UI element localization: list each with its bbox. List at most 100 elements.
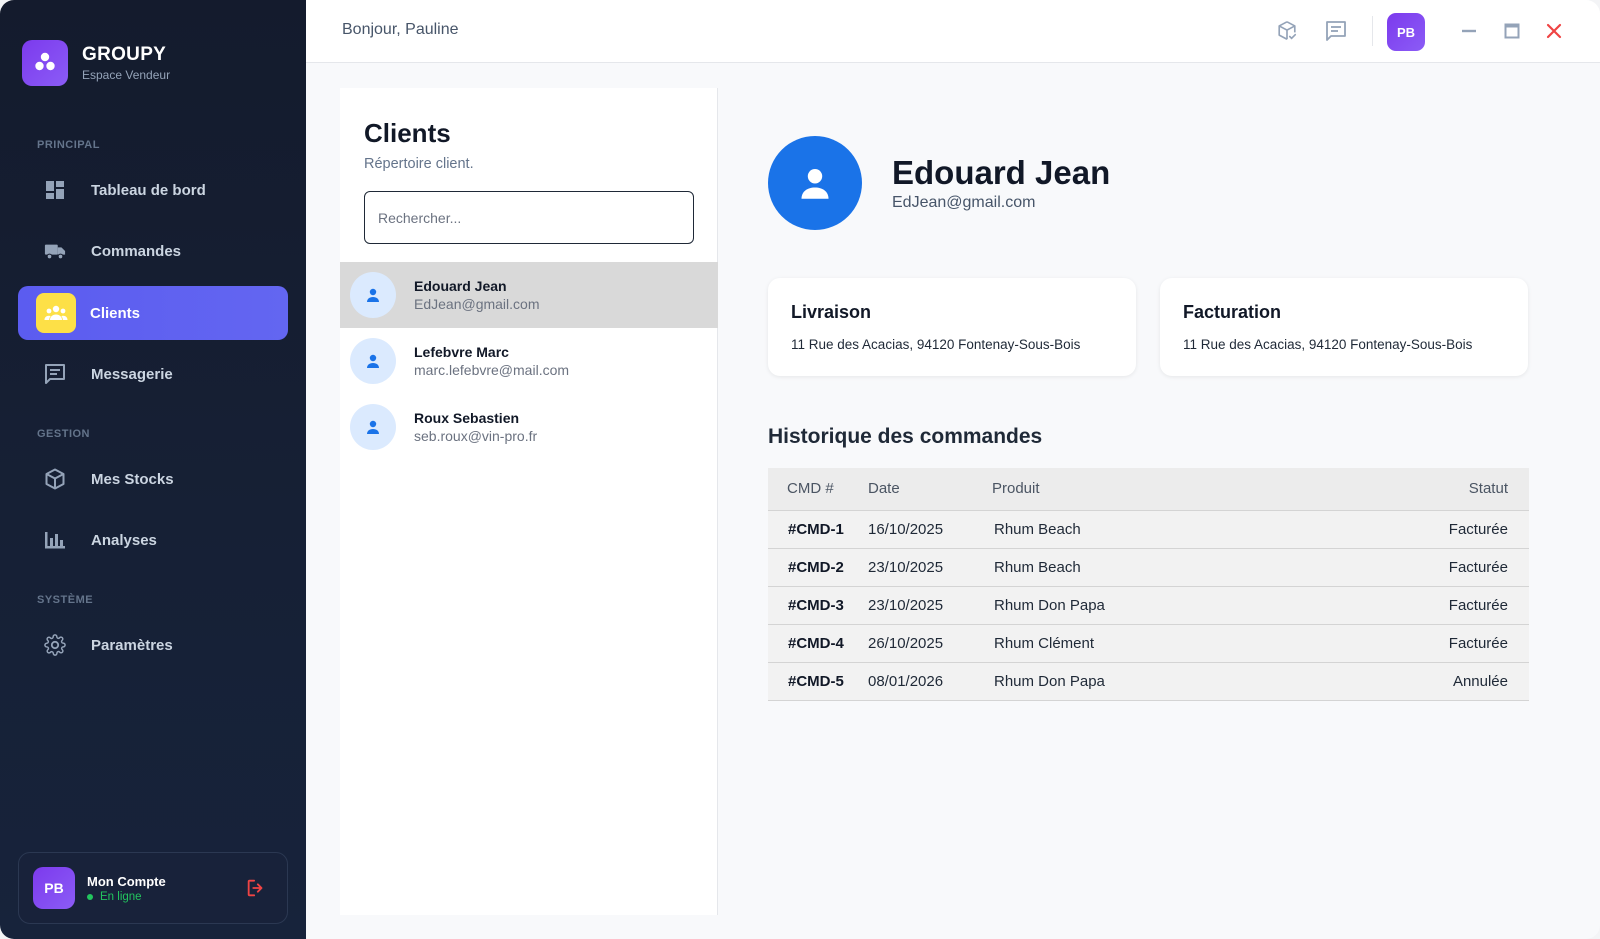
column-header: CMD #	[787, 480, 834, 498]
order-date: 08/01/2026	[868, 672, 944, 690]
bar-chart-icon	[44, 529, 66, 551]
column-header: Statut	[1468, 480, 1508, 498]
client-list-item[interactable]: Lefebvre Marc marc.lefebvre@mail.com	[340, 328, 718, 394]
brand: GROUPY Espace Vendeur	[22, 40, 170, 86]
sidebar-item-label: Mes Stocks	[91, 470, 174, 488]
client-email: seb.roux@vin-pro.fr	[414, 428, 538, 444]
client-list-item[interactable]: Edouard Jean EdJean@gmail.com	[340, 262, 718, 328]
page-subtitle: Répertoire client.	[364, 156, 474, 172]
search-input[interactable]	[364, 191, 694, 244]
order-date: 23/10/2025	[868, 558, 944, 576]
table-row[interactable]: #CMD-1 16/10/2025 Rhum Beach Facturée	[768, 510, 1529, 548]
table-row[interactable]: #CMD-3 23/10/2025 Rhum Don Papa Facturée	[768, 586, 1529, 624]
sidebar-item-dashboard[interactable]: Tableau de bord	[18, 163, 288, 217]
logout-icon[interactable]	[245, 877, 269, 901]
order-status: Facturée	[1448, 634, 1508, 652]
message-icon[interactable]	[1323, 18, 1349, 44]
billing-address-card: Facturation 11 Rue des Acacias, 94120 Fo…	[1160, 278, 1528, 376]
message-icon	[44, 363, 66, 385]
divider	[1372, 16, 1373, 46]
column-header: Date	[868, 480, 900, 498]
sidebar-item-label: Messagerie	[91, 365, 173, 383]
client-list-item[interactable]: Roux Sebastien seb.roux@vin-pro.fr	[340, 394, 718, 460]
section-title: Historique des commandes	[768, 425, 1043, 448]
table-header-row: CMD # Date Produit Statut	[768, 468, 1529, 510]
order-id: #CMD-5	[788, 672, 844, 690]
order-id: #CMD-2	[788, 558, 844, 576]
account-card[interactable]: PB Mon Compte En ligne	[18, 852, 288, 924]
close-icon[interactable]	[1541, 18, 1567, 44]
order-product: Rhum Beach	[994, 520, 1081, 538]
client-avatar-icon	[768, 136, 862, 230]
client-email: EdJean@gmail.com	[414, 296, 540, 312]
app-subtitle: Espace Vendeur	[82, 68, 171, 82]
section-label-gestion: GESTION	[37, 428, 91, 440]
client-list-panel: Clients Répertoire client. Edouard Jean …	[340, 88, 718, 915]
card-title: Livraison	[791, 302, 872, 322]
client-name: Edouard Jean	[414, 278, 507, 294]
address-text: 11 Rue des Acacias, 94120 Fontenay-Sous-…	[1183, 337, 1473, 352]
status-text: En ligne	[100, 890, 142, 903]
truck-icon	[44, 240, 66, 262]
user-icon	[350, 272, 396, 318]
sidebar-item-clients[interactable]: Clients	[18, 286, 288, 340]
avatar: PB	[33, 867, 75, 909]
order-date: 26/10/2025	[868, 634, 944, 652]
table-row[interactable]: #CMD-4 26/10/2025 Rhum Clément Facturée	[768, 624, 1529, 662]
gear-icon	[44, 634, 66, 656]
client-detail-name: Edouard Jean	[892, 154, 1111, 191]
sidebar-item-stocks[interactable]: Mes Stocks	[18, 452, 288, 506]
card-title: Facturation	[1183, 302, 1282, 322]
table-row[interactable]: #CMD-5 08/01/2026 Rhum Don Papa Annulée	[768, 662, 1529, 700]
section-label-systeme: SYSTÈME	[37, 594, 94, 606]
app-window: GROUPY Espace Vendeur PRINCIPAL Tableau …	[0, 0, 1600, 939]
client-detail-email: EdJean@gmail.com	[892, 194, 1036, 211]
order-date: 16/10/2025	[868, 520, 944, 538]
account-name: Mon Compte	[87, 873, 166, 889]
sidebar: GROUPY Espace Vendeur PRINCIPAL Tableau …	[0, 0, 306, 939]
sidebar-item-orders[interactable]: Commandes	[18, 224, 288, 278]
client-name: Lefebvre Marc	[414, 344, 509, 360]
sidebar-item-label: Commandes	[91, 242, 182, 260]
user-icon	[350, 338, 396, 384]
order-product: Rhum Don Papa	[994, 596, 1105, 614]
maximize-icon[interactable]	[1499, 18, 1525, 44]
order-id: #CMD-4	[788, 634, 844, 652]
order-date: 23/10/2025	[868, 596, 944, 614]
order-status: Facturée	[1448, 520, 1508, 538]
address-text: 11 Rue des Acacias, 94120 Fontenay-Sous-…	[791, 337, 1081, 352]
delivery-address-card: Livraison 11 Rue des Acacias, 94120 Font…	[768, 278, 1136, 376]
column-header: Produit	[992, 480, 1040, 498]
app-name: GROUPY	[82, 44, 167, 65]
online-dot-icon	[87, 893, 93, 900]
dashboard-icon	[44, 179, 66, 201]
people-icon	[36, 293, 76, 333]
sidebar-item-analytics[interactable]: Analyses	[18, 513, 288, 567]
section-label-principal: PRINCIPAL	[37, 139, 100, 151]
sidebar-item-label: Tableau de bord	[91, 181, 206, 199]
greeting: Bonjour, Pauline	[342, 21, 459, 38]
package-check-icon[interactable]	[1274, 18, 1300, 44]
sidebar-item-settings[interactable]: Paramètres	[18, 618, 288, 672]
sidebar-item-label: Analyses	[91, 531, 157, 549]
table-row[interactable]: #CMD-2 23/10/2025 Rhum Beach Facturée	[768, 548, 1529, 586]
order-id: #CMD-1	[788, 520, 844, 538]
order-id: #CMD-3	[788, 596, 844, 614]
order-product: Rhum Clément	[994, 634, 1095, 652]
minimize-icon[interactable]	[1456, 18, 1482, 44]
sidebar-item-messaging[interactable]: Messagerie	[18, 347, 288, 401]
top-bar: Bonjour, Pauline PB	[306, 0, 1600, 63]
orders-table: CMD # Date Produit Statut #CMD-1 16/10/2…	[768, 468, 1529, 701]
status-badge: En ligne	[87, 891, 166, 903]
user-icon	[350, 404, 396, 450]
order-status: Facturée	[1448, 558, 1508, 576]
avatar[interactable]: PB	[1387, 13, 1425, 51]
client-name: Roux Sebastien	[414, 410, 520, 426]
client-email: marc.lefebvre@mail.com	[414, 362, 570, 378]
order-status: Facturée	[1448, 596, 1508, 614]
box-icon	[44, 468, 66, 490]
page-title: Clients	[364, 118, 451, 148]
order-product: Rhum Don Papa	[994, 672, 1105, 690]
order-status: Annulée	[1452, 672, 1508, 690]
sidebar-item-label: Clients	[90, 304, 141, 322]
